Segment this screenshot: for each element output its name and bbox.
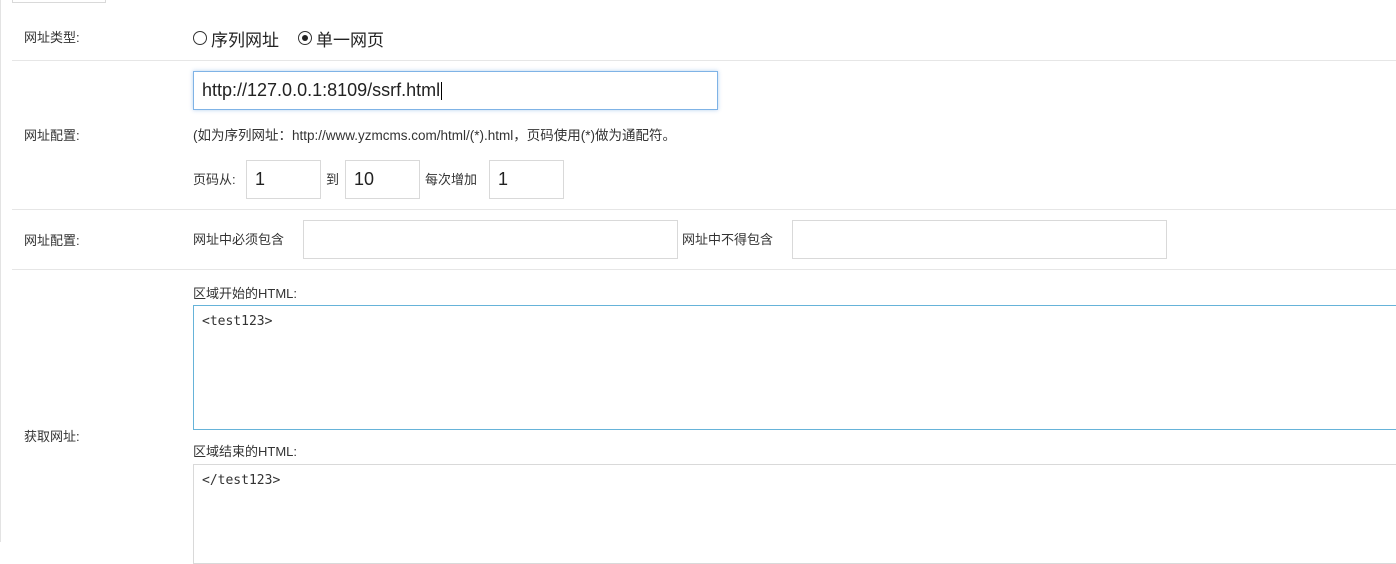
start-html-textarea[interactable]: <test123> <box>193 305 1396 430</box>
row-divider <box>12 60 1396 61</box>
fetch-url-label: 获取网址: <box>24 429 80 444</box>
url-input[interactable]: http://127.0.0.1:8109/ssrf.html <box>193 71 718 110</box>
must-exclude-label: 网址中不得包含 <box>682 232 774 247</box>
url-type-label: 网址类型: <box>24 30 80 45</box>
url-filter-label: 网址配置: <box>24 233 80 248</box>
text-caret <box>441 82 443 101</box>
url-config-label: 网址配置: <box>24 128 80 143</box>
url-input-value: http://127.0.0.1:8109/ssrf.html <box>202 80 441 100</box>
page-step-input[interactable]: 1 <box>489 160 564 199</box>
top-tab-edge <box>12 0 106 3</box>
must-exclude-input[interactable] <box>792 220 1167 259</box>
page-to-label: 到 <box>326 172 340 187</box>
start-html-label: 区域开始的HTML: <box>193 286 298 301</box>
url-pattern-hint: (如为序列网址：http://www.yzmcms.com/html/(*).h… <box>193 128 677 143</box>
must-include-input[interactable] <box>303 220 678 259</box>
radio-option-single[interactable]: 单一网页 <box>298 27 384 50</box>
radio-option-sequence[interactable]: 序列网址 <box>193 27 279 50</box>
radio-sequence-label: 序列网址 <box>211 30 279 50</box>
radio-single-label: 单一网页 <box>316 30 384 50</box>
left-border <box>0 0 1 542</box>
must-include-label: 网址中必须包含 <box>193 232 285 247</box>
radio-sequence-icon[interactable] <box>193 31 207 45</box>
page-from-label: 页码从: <box>193 172 236 187</box>
page-to-input[interactable]: 10 <box>345 160 420 199</box>
end-html-textarea[interactable]: </test123> <box>193 464 1396 564</box>
row-divider <box>12 209 1396 210</box>
end-html-label: 区域结束的HTML: <box>193 444 298 459</box>
radio-single-icon[interactable] <box>298 31 312 45</box>
row-divider <box>12 269 1396 270</box>
page-from-input[interactable]: 1 <box>246 160 321 199</box>
page-step-label: 每次增加 <box>425 172 478 187</box>
